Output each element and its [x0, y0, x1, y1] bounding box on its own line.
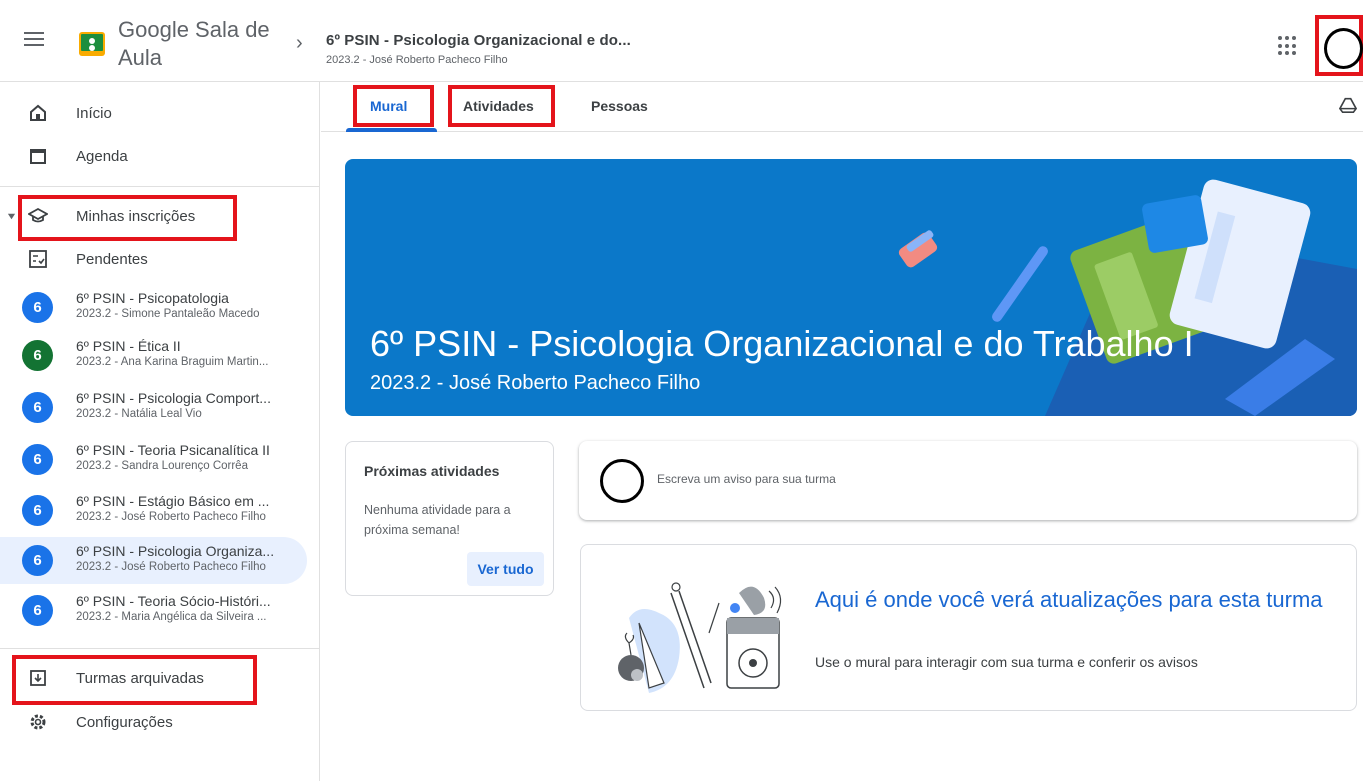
main-menu-icon[interactable] [22, 28, 46, 52]
upcoming-empty-text: Nenhuma atividade para a próxima semana! [364, 503, 511, 537]
empty-state-illustration [618, 582, 782, 693]
drive-folder-icon[interactable] [1339, 96, 1357, 114]
sidebar-item-calendar[interactable]: Agenda [0, 134, 305, 178]
gear-icon [30, 714, 46, 730]
sidebar-course-item[interactable]: 6 6º PSIN - Teoria Psicanalítica II 2023… [0, 436, 307, 483]
todo-list-icon [29, 250, 47, 268]
sidebar-item-home[interactable]: Início [0, 91, 305, 135]
banner-course-title: 6º PSIN - Psicologia Organizacional e do… [370, 323, 1194, 364]
annotation-box-archived [12, 655, 257, 705]
breadcrumb-course-title: 6º PSIN - Psicologia Organizacional e do… [326, 32, 631, 49]
expand-arrow-icon[interactable] [7, 212, 16, 221]
empty-state-title: Aqui é onde você verá atualizações para … [815, 587, 1323, 612]
sidebar-course-item-selected[interactable]: 6 6º PSIN - Psicologia Organiza... 2023.… [0, 537, 307, 584]
sidebar-course-item[interactable]: 6 6º PSIN - Estágio Básico em ... 2023.2… [0, 487, 307, 534]
course-item-title: 6º PSIN - Ética II [76, 338, 181, 354]
course-item-subtitle: 2023.2 - Sandra Lourenço Corrêa [76, 460, 248, 472]
sidebar-item-label: Configurações [76, 714, 173, 731]
sidebar-course-item[interactable]: 6 6º PSIN - Psicologia Comport... 2023.2… [0, 384, 307, 431]
course-badge: 6 [22, 340, 53, 371]
sidebar-item-label: Agenda [76, 148, 128, 165]
course-item-title: 6º PSIN - Psicologia Comport... [76, 390, 271, 406]
course-badge: 6 [22, 444, 53, 475]
active-tab-indicator [346, 128, 437, 132]
course-badge: 6 [22, 545, 53, 576]
sidebar-divider [0, 648, 320, 649]
course-item-subtitle: 2023.2 - José Roberto Pacheco Filho [76, 561, 266, 573]
sidebar-item-label: Pendentes [76, 251, 148, 268]
home-icon [30, 104, 46, 121]
upcoming-title: Próximas atividades [364, 463, 500, 479]
sidebar-item-label: Início [76, 105, 112, 122]
annotation-box-stream [353, 85, 434, 127]
announcement-composer[interactable]: Escreva um aviso para sua turma [579, 441, 1357, 520]
app-title[interactable]: Google Sala de Aula [118, 16, 283, 72]
course-item-subtitle: 2023.2 - Ana Karina Braguim Martin... [76, 356, 269, 368]
course-item-subtitle: 2023.2 - Simone Pantaleão Macedo [76, 308, 260, 320]
course-item-subtitle: 2023.2 - Natália Leal Vio [76, 408, 202, 420]
classroom-logo[interactable] [79, 32, 105, 56]
empty-state-text: Use o mural para interagir com sua turma… [815, 654, 1198, 670]
sidebar-course-item[interactable]: 6 6º PSIN - Teoria Sócio-Históri... 2023… [0, 587, 307, 634]
annotation-box-enrolled [18, 195, 237, 241]
sidebar-divider [0, 186, 320, 187]
upcoming-card: Próximas atividades Nenhuma atividade pa… [345, 441, 554, 596]
course-badge: 6 [22, 392, 53, 423]
google-apps-icon[interactable] [1278, 36, 1298, 56]
view-all-button[interactable]: Ver tudo [467, 552, 544, 586]
breadcrumb-course-subtitle: 2023.2 - José Roberto Pacheco Filho [326, 54, 508, 66]
course-banner: 6º PSIN - Psicologia Organizacional e do… [345, 159, 1357, 416]
course-item-title: 6º PSIN - Teoria Psicanalítica II [76, 442, 270, 458]
calendar-icon [30, 149, 46, 164]
course-item-title: 6º PSIN - Teoria Sócio-Históri... [76, 593, 271, 609]
course-badge: 6 [22, 495, 53, 526]
course-item-title: 6º PSIN - Estágio Básico em ... [76, 493, 270, 509]
tab-people[interactable]: Pessoas [591, 98, 648, 114]
user-avatar [600, 459, 644, 503]
stream-empty-state: Aqui é onde você verá atualizações para … [580, 544, 1357, 711]
account-avatar[interactable] [1324, 28, 1363, 69]
course-badge: 6 [22, 292, 53, 323]
chevron-right-icon: › [296, 32, 303, 54]
course-badge: 6 [22, 595, 53, 626]
annotation-box-classwork [448, 85, 555, 127]
sidebar-item-settings[interactable]: Configurações [0, 700, 305, 744]
course-item-subtitle: 2023.2 - Maria Angélica da Silveira ... [76, 611, 267, 623]
sidebar-course-item[interactable]: 6 6º PSIN - Ética II 2023.2 - Ana Karina… [0, 332, 307, 379]
course-item-title: 6º PSIN - Psicopatologia [76, 290, 229, 306]
course-item-title: 6º PSIN - Psicologia Organiza... [76, 543, 275, 559]
course-item-subtitle: 2023.2 - José Roberto Pacheco Filho [76, 511, 266, 523]
banner-course-subtitle: 2023.2 - José Roberto Pacheco Filho [370, 372, 701, 394]
announcement-placeholder: Escreva um aviso para sua turma [657, 472, 836, 486]
top-app-bar: Google Sala de Aula › 6º PSIN - Psicolog… [0, 0, 1363, 82]
sidebar-course-item[interactable]: 6 6º PSIN - Psicopatologia 2023.2 - Simo… [0, 284, 307, 331]
sidebar-item-todo[interactable]: Pendentes [0, 237, 305, 281]
